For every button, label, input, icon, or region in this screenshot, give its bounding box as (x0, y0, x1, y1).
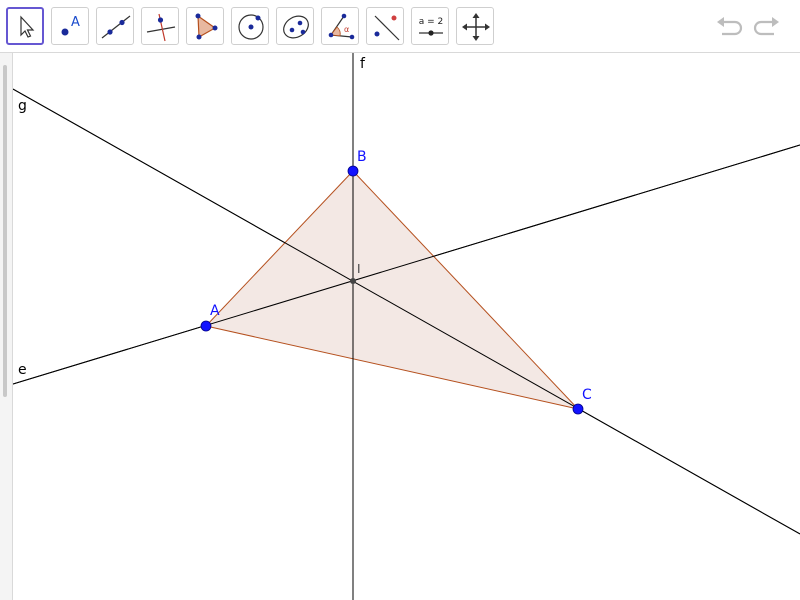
point-a-label: A (210, 303, 220, 319)
reflect-about-line-tool-button[interactable] (366, 7, 404, 45)
line-g-overlay (13, 88, 800, 535)
point-i-label: I (357, 262, 361, 276)
reflect-line-icon (374, 15, 400, 41)
perpendicular-line-tool-button[interactable] (141, 7, 179, 45)
cursor-arrow-icon (20, 15, 35, 38)
undo-icon (717, 17, 743, 36)
point-c-label: C (582, 387, 592, 403)
slider-icon: a = 2 (419, 17, 444, 36)
move-tool-button[interactable] (6, 7, 44, 45)
move-arrows-icon (462, 13, 490, 41)
algebra-view-resize-bar[interactable] (0, 53, 13, 600)
toolbar: A α a = 2 (0, 0, 800, 53)
line-f-label: f (360, 56, 366, 72)
point-a[interactable] (200, 320, 212, 332)
point-i[interactable] (350, 278, 356, 284)
point-b[interactable] (347, 165, 359, 177)
slider-icon-label: a = 2 (419, 17, 444, 27)
polygon-tool-button[interactable] (186, 7, 224, 45)
line-g-label: g (18, 98, 27, 114)
ellipse-tool-button[interactable] (276, 7, 314, 45)
point-icon: A (61, 15, 80, 36)
slider-tool-button[interactable]: a = 2 (411, 7, 449, 45)
move-graphics-view-tool-button[interactable] (456, 7, 494, 45)
graphics-view[interactable]: f g e I A B C (13, 53, 800, 600)
perpendicular-line-icon (146, 13, 176, 42)
circle-icon (238, 14, 264, 40)
ellipse-icon (283, 15, 309, 39)
line-e-label: e (18, 362, 27, 378)
angle-tool-button[interactable]: α (321, 7, 359, 45)
undo-button[interactable] (714, 12, 744, 42)
point-c[interactable] (572, 403, 584, 415)
angle-icon-label: α (344, 25, 349, 34)
resize-grip[interactable] (3, 65, 7, 397)
polygon-icon (195, 13, 218, 40)
line-tool-button[interactable] (96, 7, 134, 45)
redo-button[interactable] (752, 12, 782, 42)
line-icon (101, 15, 131, 39)
circle-tool-button[interactable] (231, 7, 269, 45)
point-b-label: B (357, 149, 367, 165)
angle-icon: α (328, 13, 355, 40)
point-tool-button[interactable]: A (51, 7, 89, 45)
triangle-polygon[interactable] (206, 171, 578, 409)
point-icon-label: A (71, 15, 80, 30)
redo-icon (753, 17, 779, 36)
